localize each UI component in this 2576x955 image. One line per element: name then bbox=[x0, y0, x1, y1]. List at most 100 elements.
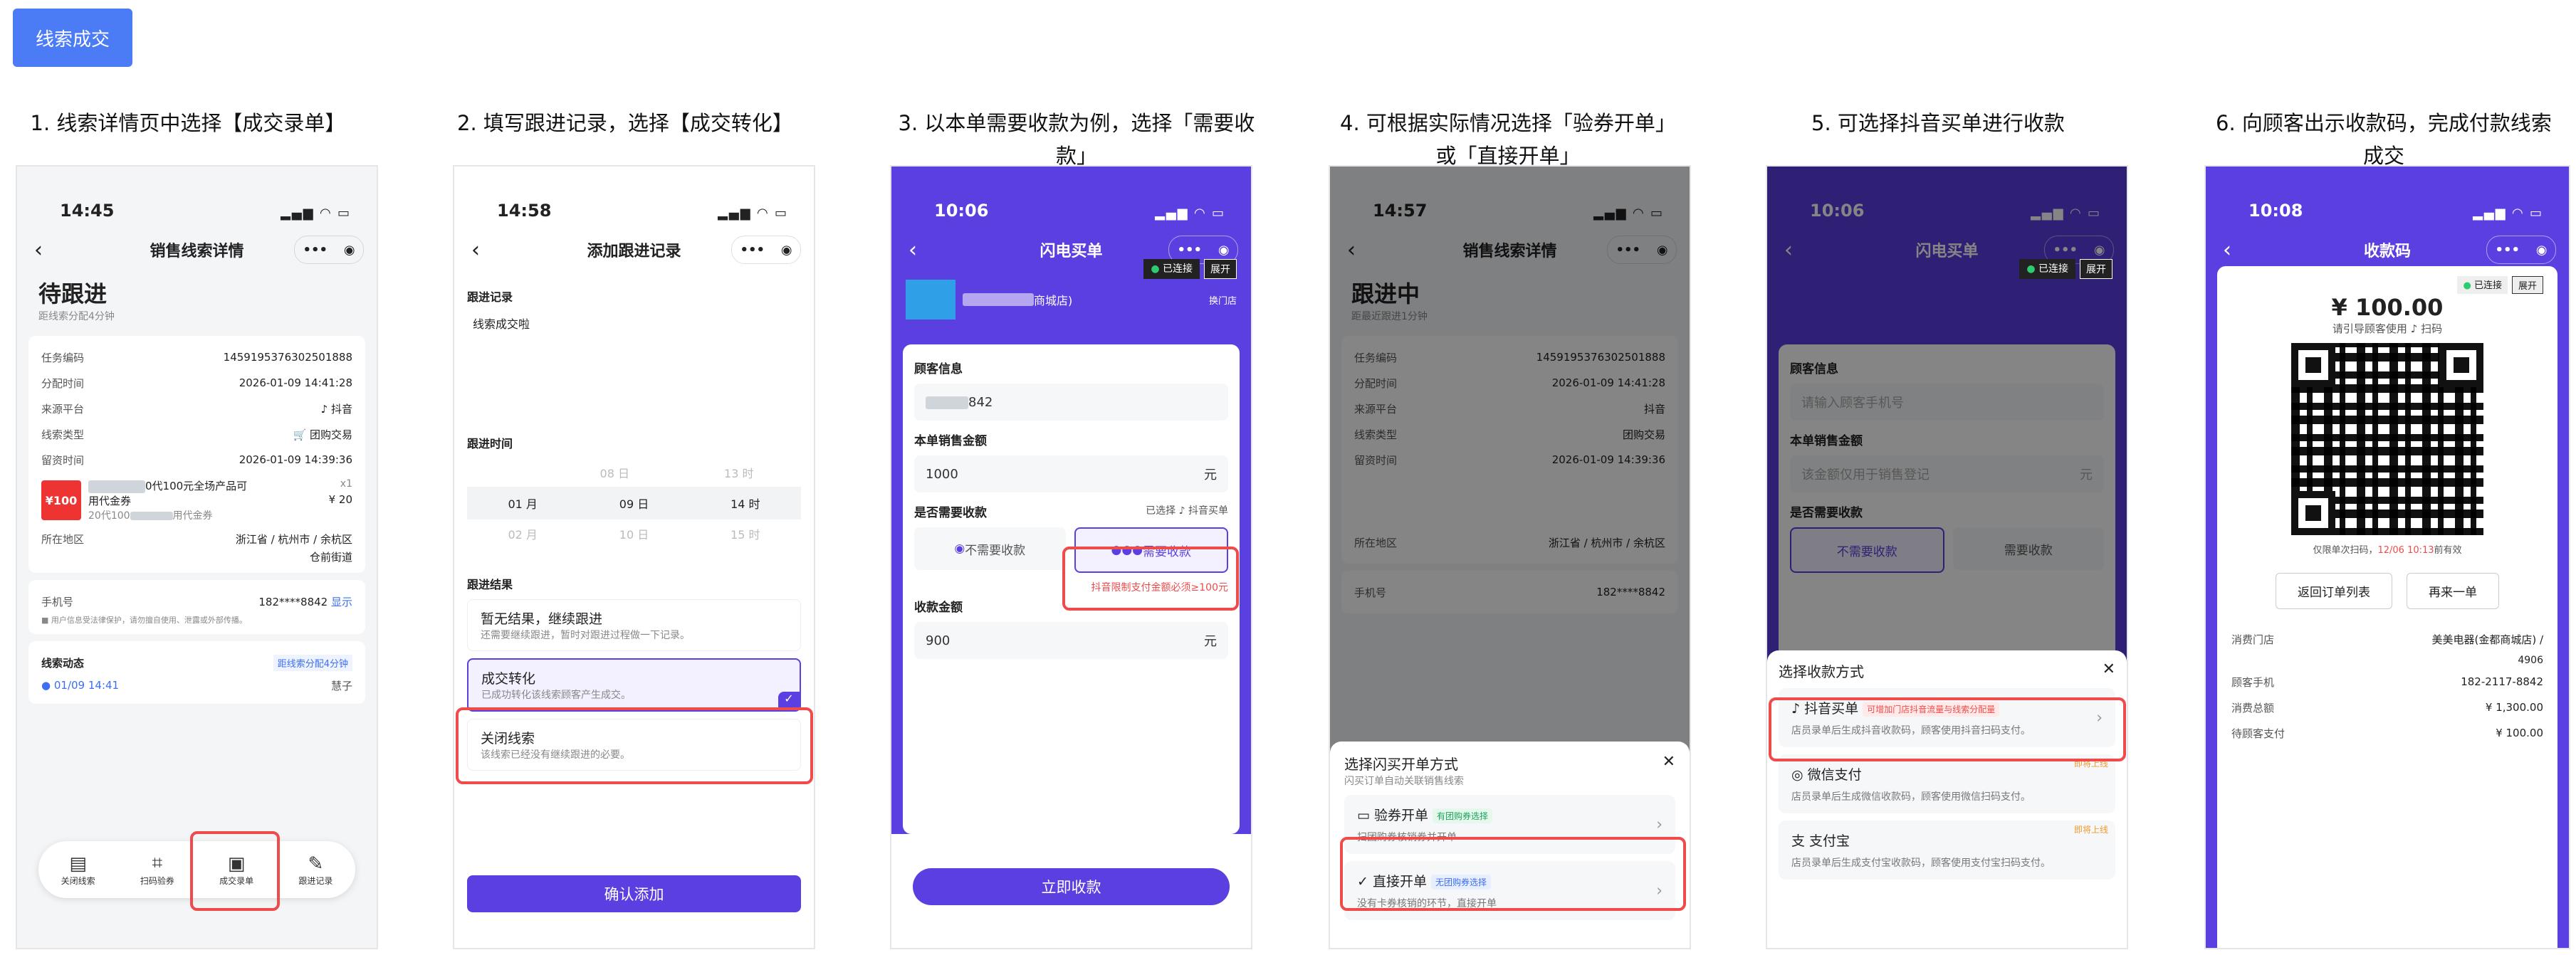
leave-time: 2026-01-09 14:39:36 bbox=[239, 453, 352, 466]
close-icon[interactable]: ✕ bbox=[1663, 753, 1675, 774]
close-clue-tab[interactable]: ▤ 关闭线索 bbox=[61, 853, 95, 887]
more-icon[interactable]: ••• bbox=[2495, 243, 2520, 258]
capsule-menu[interactable]: ••• ◉ bbox=[2486, 236, 2556, 264]
clue-status: 待跟进 bbox=[38, 280, 108, 307]
step-4-title: 4. 可根据实际情况选择「验券开单」或「直接开单」 bbox=[1340, 111, 1676, 168]
phone-1-clue-detail: 14:45 ▂▄▆ ◠ ▭ ‹ 销售线索详情 ••• ◉ 待跟进 距线索分配4分钟 … bbox=[16, 165, 378, 949]
assign-time: 2026-01-09 14:41:28 bbox=[239, 376, 352, 389]
new-order-button[interactable]: 再来一单 bbox=[2407, 573, 2499, 609]
confirm-add-button[interactable]: 确认添加 bbox=[467, 875, 801, 912]
amount-input[interactable]: 1000 元 bbox=[914, 455, 1228, 492]
douyin-icon: ♪ bbox=[320, 402, 331, 416]
system-icons: ▂▄▆ ◠ ▭ bbox=[718, 206, 788, 221]
status-time: 10:08 bbox=[2248, 201, 2303, 221]
connected-badge: ● 已连接 bbox=[1143, 259, 1200, 279]
sheet-title: 选择闪买开单方式 bbox=[1344, 756, 1458, 773]
sheet-title: 选择收款方式 bbox=[1779, 663, 1864, 680]
status-time: 14:58 bbox=[497, 201, 552, 221]
cart-icon: 🛒 bbox=[293, 428, 310, 441]
follow-record-tab[interactable]: ✎ 跟进记录 bbox=[298, 853, 333, 887]
highlight-box bbox=[1340, 837, 1686, 911]
row-label: 分配时间 bbox=[41, 376, 85, 390]
dynamic-title: 线索动态 bbox=[41, 656, 85, 670]
more-icon[interactable]: ••• bbox=[303, 243, 328, 258]
capsule-menu[interactable]: ••• ◉ bbox=[294, 236, 364, 264]
dynamic-tag: 距线索分配4分钟 bbox=[273, 654, 352, 671]
dynamic-time: 01/09 14:41 bbox=[53, 679, 120, 692]
capsule-menu[interactable]: ••• ◉ bbox=[731, 236, 801, 264]
option-deal-conversion[interactable]: 成交转化 已成功转化该线索顾客产生成交。 ✓ bbox=[467, 658, 801, 712]
alipay-icon: 支 bbox=[1791, 833, 1810, 849]
close-doc-icon: ▤ bbox=[69, 853, 87, 875]
close-icon[interactable]: ✕ bbox=[2103, 660, 2115, 681]
nav-title: 销售线索详情 bbox=[150, 243, 244, 260]
close-target-icon[interactable]: ◉ bbox=[2536, 243, 2548, 258]
row-label: 来源平台 bbox=[41, 402, 85, 416]
expand-button[interactable]: 展开 bbox=[2080, 259, 2112, 279]
nav-title: 添加跟进记录 bbox=[587, 243, 681, 260]
close-target-icon[interactable]: ◉ bbox=[344, 243, 355, 258]
highlight-box bbox=[456, 707, 813, 784]
back-icon[interactable]: ‹ bbox=[471, 238, 480, 263]
phone-number: 182****8842 bbox=[258, 595, 328, 608]
info-icon: ■ bbox=[41, 616, 51, 625]
time-picker[interactable]: 08 日 13 时 01 月 09 日 14 时 02 月 10 日 15 时 bbox=[467, 458, 801, 558]
phone-5-pay-method: 10:06 ▂▄▆ ◠ ▭ ‹ 闪电买单 ••• ◉ ● 已连接 展开 顾客信息 请… bbox=[1766, 165, 2128, 949]
customer-phone-input[interactable]: 842 bbox=[914, 384, 1228, 421]
back-icon[interactable]: ‹ bbox=[2223, 238, 2231, 263]
close-target-icon[interactable]: ◉ bbox=[781, 243, 792, 258]
wechat-icon: ◎ bbox=[1791, 767, 1808, 783]
info-card: 任务编码 1459195376302501888 分配时间 2026-01-09 1… bbox=[28, 336, 365, 573]
back-orders-button[interactable]: 返回订单列表 bbox=[2276, 573, 2392, 609]
row-label: 留资时间 bbox=[41, 453, 85, 467]
collect-amount-input[interactable]: 900 元 bbox=[914, 622, 1228, 659]
submit-collect-button[interactable]: 立即收款 bbox=[913, 868, 1230, 905]
pay-qr-code bbox=[2291, 343, 2483, 535]
close-target-icon[interactable]: ◉ bbox=[1218, 243, 1230, 258]
pending-amount: ¥ 100.00 bbox=[2496, 727, 2543, 739]
record-label: 跟进记录 bbox=[467, 290, 513, 304]
store-header: 商城店) 换门店 bbox=[891, 270, 1251, 329]
back-icon[interactable]: ‹ bbox=[909, 238, 917, 263]
expand-button[interactable]: 展开 bbox=[2511, 276, 2543, 294]
step-2-title: 2. 填写跟进记录，选择【成交转化】 bbox=[457, 111, 793, 135]
nav-title: 收款码 bbox=[2363, 243, 2411, 260]
row-label: 线索类型 bbox=[41, 428, 85, 441]
pay-amount: ¥ 100.00 bbox=[2331, 294, 2444, 321]
scan-coupon-tab[interactable]: ⌗ 扫码验券 bbox=[140, 853, 174, 887]
alipay-option[interactable]: 即将上线 支 支付宝 店员录单后生成支付宝收款码，顾客使用支付宝扫码支付。 bbox=[1779, 821, 2115, 880]
row-label: 所在地区 bbox=[41, 532, 85, 546]
connected-badge: ● 已连接 bbox=[2457, 276, 2508, 294]
expand-button[interactable]: 展开 bbox=[1204, 259, 1237, 279]
timeline-dot-icon: ● bbox=[41, 679, 54, 692]
region-street: 仓前街道 bbox=[309, 551, 352, 564]
show-phone-link[interactable]: 显示 bbox=[331, 596, 352, 608]
clue-status-sub: 距线索分配4分钟 bbox=[38, 311, 115, 322]
customer-phone: 182-2117-8842 bbox=[2461, 675, 2543, 688]
sheet-sub: 闪买订单自动关联销售线索 bbox=[1344, 776, 1464, 787]
clue-deal-button[interactable]: 线索成交 bbox=[13, 9, 132, 67]
total-amount: ¥ 1,300.00 bbox=[2485, 701, 2543, 714]
switch-store-link[interactable]: 换门店 bbox=[1209, 293, 1237, 307]
more-icon[interactable]: ••• bbox=[1177, 243, 1202, 258]
highlight-box bbox=[190, 831, 280, 911]
back-icon[interactable]: ‹ bbox=[34, 238, 43, 263]
record-textarea[interactable]: 线索成交啦 bbox=[467, 312, 801, 424]
no-need-pay-option[interactable]: ◉ 不需要收款 bbox=[914, 527, 1066, 570]
store-logo bbox=[906, 280, 955, 320]
store-name: 美美电器(金都商城店) / bbox=[2431, 633, 2543, 646]
need-pay-label: 是否需要收款 bbox=[914, 506, 987, 520]
status-time: 10:06 bbox=[934, 201, 989, 221]
ban-icon: ◉ bbox=[954, 542, 965, 556]
more-icon[interactable]: ••• bbox=[740, 243, 765, 258]
customer-label: 顾客信息 bbox=[914, 362, 963, 376]
product-item: ¥100 0代100元全场产品可 x1 用代金券 ¥ 20 20代100 用代金券 bbox=[41, 478, 352, 522]
row-label: 任务编码 bbox=[41, 351, 85, 364]
privacy-note: ■ 用户信息受法律保护，请勿擅自使用、泄露或外部传播。 bbox=[41, 616, 247, 625]
product-sub: 用代金券 bbox=[88, 495, 132, 507]
phone-6-pay-code: 10:08 ▂▄▆ ◠ ▭ ‹ 收款码 ••• ◉ ● 已连接 展开 ¥ 100.0… bbox=[2204, 165, 2570, 949]
option-continue[interactable]: 暂无结果，继续跟进 还需要继续跟进，暂时对跟进过程做一下记录。 bbox=[467, 599, 801, 651]
wechat-pay-option[interactable]: 即将上线 ◎ 微信支付 店员录单后生成微信收款码，顾客使用微信扫码支付。 bbox=[1779, 754, 2115, 813]
result-label: 跟进结果 bbox=[467, 578, 513, 591]
clue-type: 🛒 团购交易 bbox=[293, 428, 352, 441]
